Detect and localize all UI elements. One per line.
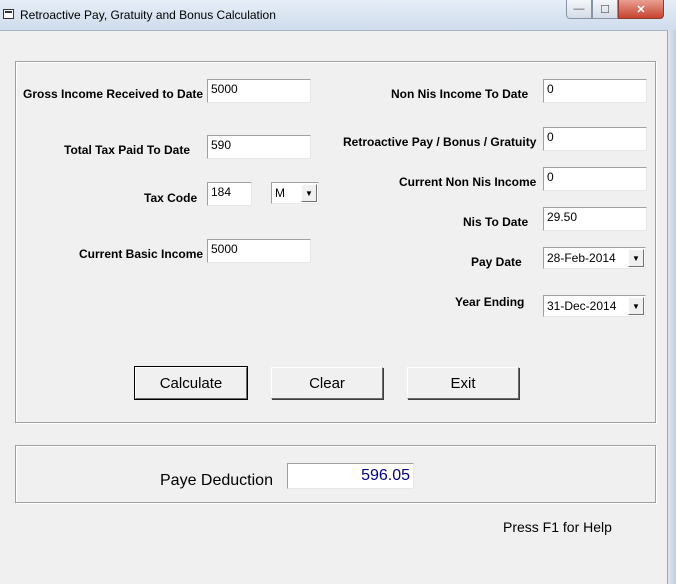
paye-deduction-label: Paye Deduction — [160, 472, 273, 489]
year-ending-value: 31-Dec-2014 — [547, 299, 617, 313]
gross-income-field[interactable]: 5000 — [207, 79, 311, 103]
gross-income-label: Gross Income Received to Date — [23, 87, 204, 101]
chevron-down-icon[interactable]: ▼ — [301, 184, 317, 202]
pay-date-label: Pay Date — [471, 255, 522, 269]
window-controls: — ☐ ✕ — [566, 0, 664, 20]
help-hint: Press F1 for Help — [503, 519, 612, 535]
basic-income-label: Current Basic Income — [79, 247, 204, 261]
total-tax-label: Total Tax Paid To Date — [64, 143, 191, 157]
retro-pay-field[interactable]: 0 — [543, 127, 647, 151]
window-frame-right — [667, 30, 676, 584]
maximize-button[interactable]: ☐ — [592, 0, 618, 19]
non-nis-ytd-label: Non Nis Income To Date — [391, 87, 529, 101]
year-ending-picker[interactable]: 31-Dec-2014 ▼ — [543, 295, 646, 317]
exit-button[interactable]: Exit — [407, 367, 519, 399]
calculate-button[interactable]: Calculate — [134, 366, 248, 400]
basic-income-field[interactable]: 5000 — [207, 239, 311, 263]
pay-date-picker[interactable]: 28-Feb-2014 ▼ — [543, 247, 646, 269]
chevron-down-icon[interactable]: ▼ — [628, 297, 644, 315]
tax-code-period-select[interactable]: M ▼ — [271, 182, 319, 204]
current-non-nis-field[interactable]: 0 — [543, 167, 647, 191]
app-window-icon[interactable] — [3, 9, 14, 19]
pay-date-value: 28-Feb-2014 — [547, 251, 616, 265]
tax-code-field[interactable]: 184 — [207, 182, 252, 206]
tax-code-label: Tax Code — [144, 191, 198, 205]
minimize-button[interactable]: — — [566, 0, 592, 19]
current-non-nis-label: Current Non Nis Income — [399, 175, 537, 189]
window-title: Retroactive Pay, Gratuity and Bonus Calc… — [20, 8, 276, 22]
nis-to-date-field[interactable]: 29.50 — [543, 207, 647, 231]
chevron-down-icon[interactable]: ▼ — [628, 249, 644, 267]
nis-to-date-label: Nis To Date — [463, 215, 529, 229]
total-tax-field[interactable]: 590 — [207, 135, 311, 159]
paye-deduction-value: 596.05 — [287, 463, 414, 489]
close-button[interactable]: ✕ — [618, 0, 664, 19]
retro-pay-label: Retroactive Pay / Bonus / Gratuity — [343, 135, 537, 149]
non-nis-ytd-field[interactable]: 0 — [543, 79, 647, 103]
year-ending-label: Year Ending — [455, 295, 525, 309]
title-bar[interactable]: Retroactive Pay, Gratuity and Bonus Calc… — [0, 0, 676, 31]
clear-button[interactable]: Clear — [271, 367, 383, 399]
tax-code-period-value: M — [275, 186, 285, 200]
